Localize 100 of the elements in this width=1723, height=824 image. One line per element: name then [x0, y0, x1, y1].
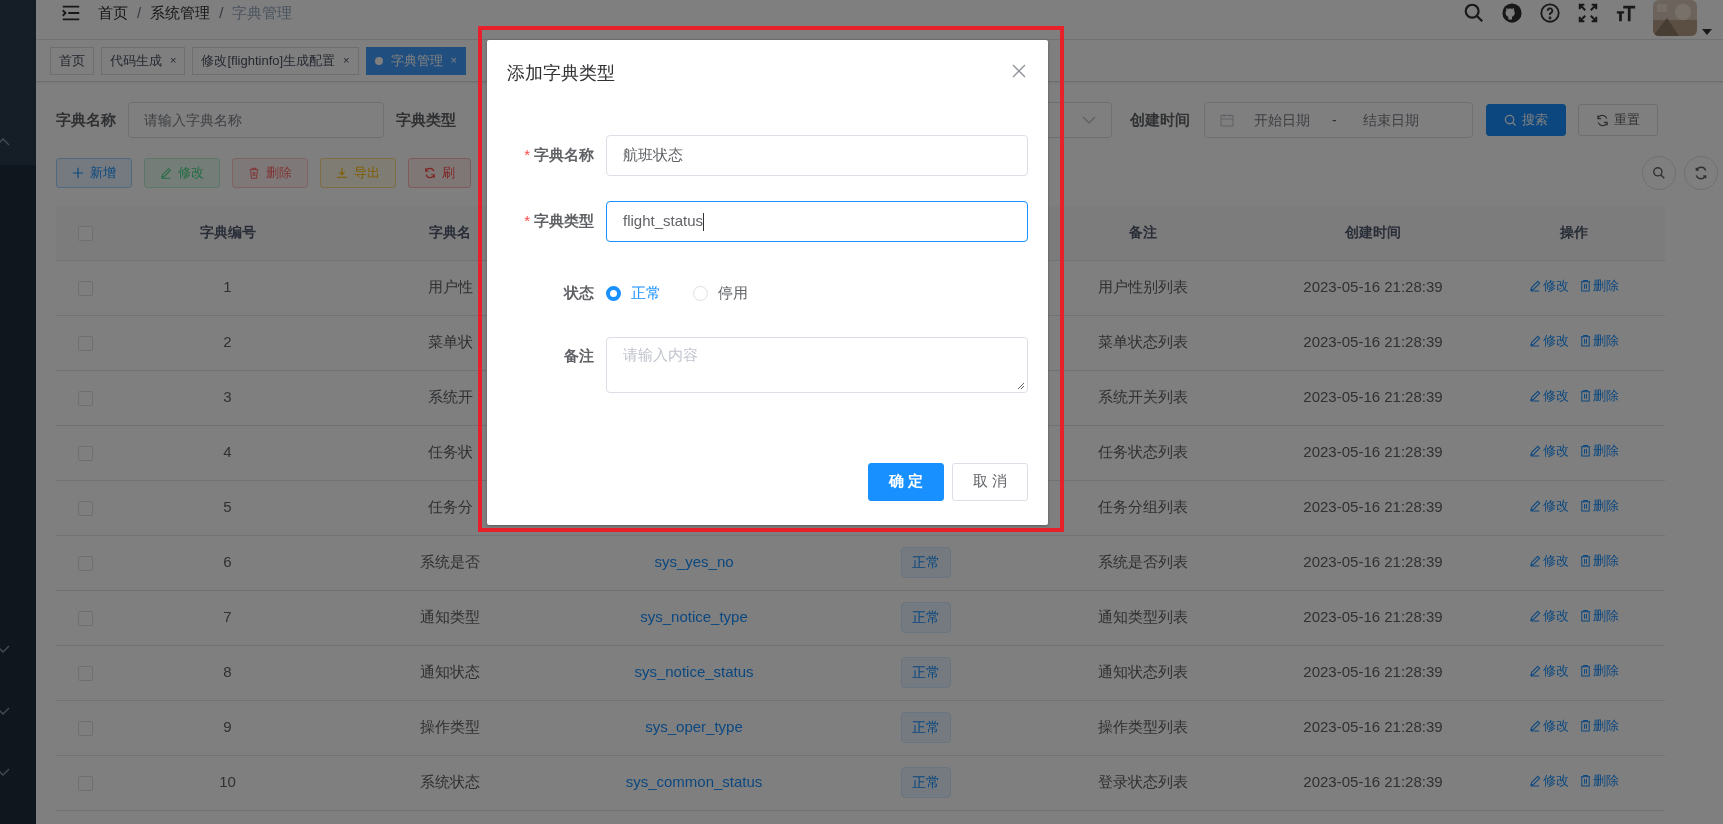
field-label: 创建时间	[1130, 109, 1190, 130]
field-label: 状态	[564, 284, 594, 301]
table-cell: 任务状	[427, 443, 473, 461]
table-cell: 系统开	[427, 388, 473, 406]
breadcrumb-item[interactable]: 系统管理	[150, 2, 211, 25]
table-cell: 系统状态	[420, 773, 480, 791]
delete-link[interactable]: 删除	[1579, 551, 1619, 571]
delete-link[interactable]: 删除	[1579, 276, 1619, 296]
table-cell: 通知状态	[420, 663, 480, 681]
delete-link[interactable]: 删除	[1579, 496, 1619, 516]
table-cell: 1	[223, 278, 232, 296]
status-tag: 正常	[900, 657, 951, 688]
field-label: * 字典名称	[524, 146, 594, 164]
table-cell: 2	[223, 333, 232, 351]
table-cell: 用户性	[427, 278, 473, 296]
table-cell: 2023-05-16 21:28:39	[1303, 608, 1443, 626]
close-icon[interactable]: ×	[170, 52, 177, 69]
column-header: 字典名	[429, 224, 471, 241]
table-cell: 7	[223, 608, 232, 626]
breadcrumb-separator: /	[137, 3, 142, 23]
table-cell: 6	[223, 553, 232, 571]
text-area[interactable]: 请输入内容	[606, 336, 1028, 393]
field-label: 备注	[564, 346, 594, 364]
delete-link[interactable]: 删除	[1579, 386, 1619, 406]
edit-link[interactable]: 修改	[1529, 496, 1569, 516]
tab[interactable]: 字典管理 ×	[365, 46, 466, 75]
status-tag: 正常	[900, 712, 951, 743]
radio-option[interactable]: 正常	[606, 282, 661, 305]
date-range-field[interactable]: 开始日期 - 结束日期	[1204, 102, 1473, 138]
status-tag: 正常	[900, 602, 951, 633]
table-cell: 2023-05-16 21:28:39	[1303, 443, 1443, 461]
table-cell: 2023-05-16 21:28:39	[1303, 333, 1443, 351]
edit-link[interactable]: 修改	[1529, 441, 1569, 461]
field-label: 字典类型	[396, 109, 456, 130]
tab[interactable]: 代码生成 ×	[101, 46, 186, 75]
edit-link[interactable]: 修改	[1529, 661, 1569, 681]
breadcrumb-item[interactable]: 首页	[98, 2, 128, 25]
table-cell: 5	[223, 498, 232, 516]
status-tag: 正常	[900, 547, 951, 578]
input-field[interactable]: 航班状态	[606, 135, 1028, 176]
delete-link[interactable]: 删除	[1579, 661, 1619, 681]
table-cell: 登录状态列表	[1098, 773, 1188, 791]
search-button[interactable]: 搜索	[1486, 104, 1566, 136]
status-tag: 正常	[900, 767, 951, 798]
edit-link[interactable]: 修改	[1529, 606, 1569, 626]
table-cell: 2023-05-16 21:28:39	[1303, 278, 1443, 296]
reset-button[interactable]: 重置	[1578, 104, 1658, 136]
refresh-button[interactable]: 刷	[408, 158, 471, 188]
input-field[interactable]: 请输入字典名称	[128, 102, 384, 138]
tab[interactable]: 首页	[50, 46, 94, 75]
close-icon[interactable]: ×	[343, 52, 350, 69]
table-cell: 菜单状	[427, 333, 473, 351]
table-cell: sys_notice_status	[634, 663, 754, 681]
breadcrumb-separator: /	[219, 3, 224, 23]
table-cell: 通知类型列表	[1098, 608, 1188, 626]
delete-link[interactable]: 删除	[1579, 441, 1619, 461]
table-cell: sys_notice_type	[640, 608, 748, 626]
edit-link[interactable]: 修改	[1529, 771, 1569, 791]
cancel-button[interactable]: 取 消	[952, 462, 1028, 501]
export-button[interactable]: 导出	[320, 158, 396, 188]
delete-link[interactable]: 删除	[1579, 331, 1619, 351]
table-cell: 任务分组列表	[1098, 498, 1188, 516]
radio-option[interactable]: 停用	[693, 282, 748, 305]
table-cell: 用户性别列表	[1098, 278, 1188, 296]
field-label: 字典名称	[56, 109, 116, 130]
column-header: 备注	[1129, 224, 1157, 241]
close-icon[interactable]: ×	[450, 52, 457, 69]
table-cell: 通知类型	[420, 608, 480, 626]
table-cell: 菜单状态列表	[1098, 333, 1188, 351]
table-cell: sys_yes_no	[654, 553, 734, 571]
table-cell: 4	[223, 443, 232, 461]
edit-link[interactable]: 修改	[1529, 551, 1569, 571]
table-cell: 9	[223, 718, 232, 736]
edit-link[interactable]: 修改	[1529, 276, 1569, 296]
table-cell: sys_common_status	[625, 773, 763, 791]
delete-link[interactable]: 删除	[1579, 716, 1619, 736]
confirm-button[interactable]: 确 定	[868, 462, 944, 501]
column-header: 字典编号	[199, 224, 256, 241]
table-cell: 2023-05-16 21:28:39	[1303, 553, 1443, 571]
table-cell: 系统是否列表	[1098, 553, 1188, 571]
table-cell: 10	[219, 773, 236, 791]
table-cell: 2023-05-16 21:28:39	[1303, 773, 1443, 791]
table-cell: 系统是否	[420, 553, 480, 571]
add-button[interactable]: 新增	[56, 158, 132, 188]
column-header: 操作	[1560, 224, 1588, 241]
edit-link[interactable]: 修改	[1529, 716, 1569, 736]
input-field[interactable]: flight_status	[606, 201, 1028, 242]
table-cell: 2023-05-16 21:28:39	[1303, 718, 1443, 736]
table-cell: 操作类型	[420, 718, 480, 736]
table-cell: 2023-05-16 21:28:39	[1303, 498, 1443, 516]
table-cell: 3	[223, 388, 232, 406]
delete-link[interactable]: 删除	[1579, 606, 1619, 626]
tab[interactable]: 修改[flightinfo]生成配置 ×	[192, 46, 359, 75]
table-cell: 系统开关列表	[1098, 388, 1188, 406]
table-cell: sys_oper_type	[645, 718, 743, 736]
edit-link[interactable]: 修改	[1529, 386, 1569, 406]
edit-link[interactable]: 修改	[1529, 331, 1569, 351]
field-label: * 字典类型	[524, 212, 594, 230]
delete-link[interactable]: 删除	[1579, 771, 1619, 791]
table-cell: 操作类型列表	[1098, 718, 1188, 736]
